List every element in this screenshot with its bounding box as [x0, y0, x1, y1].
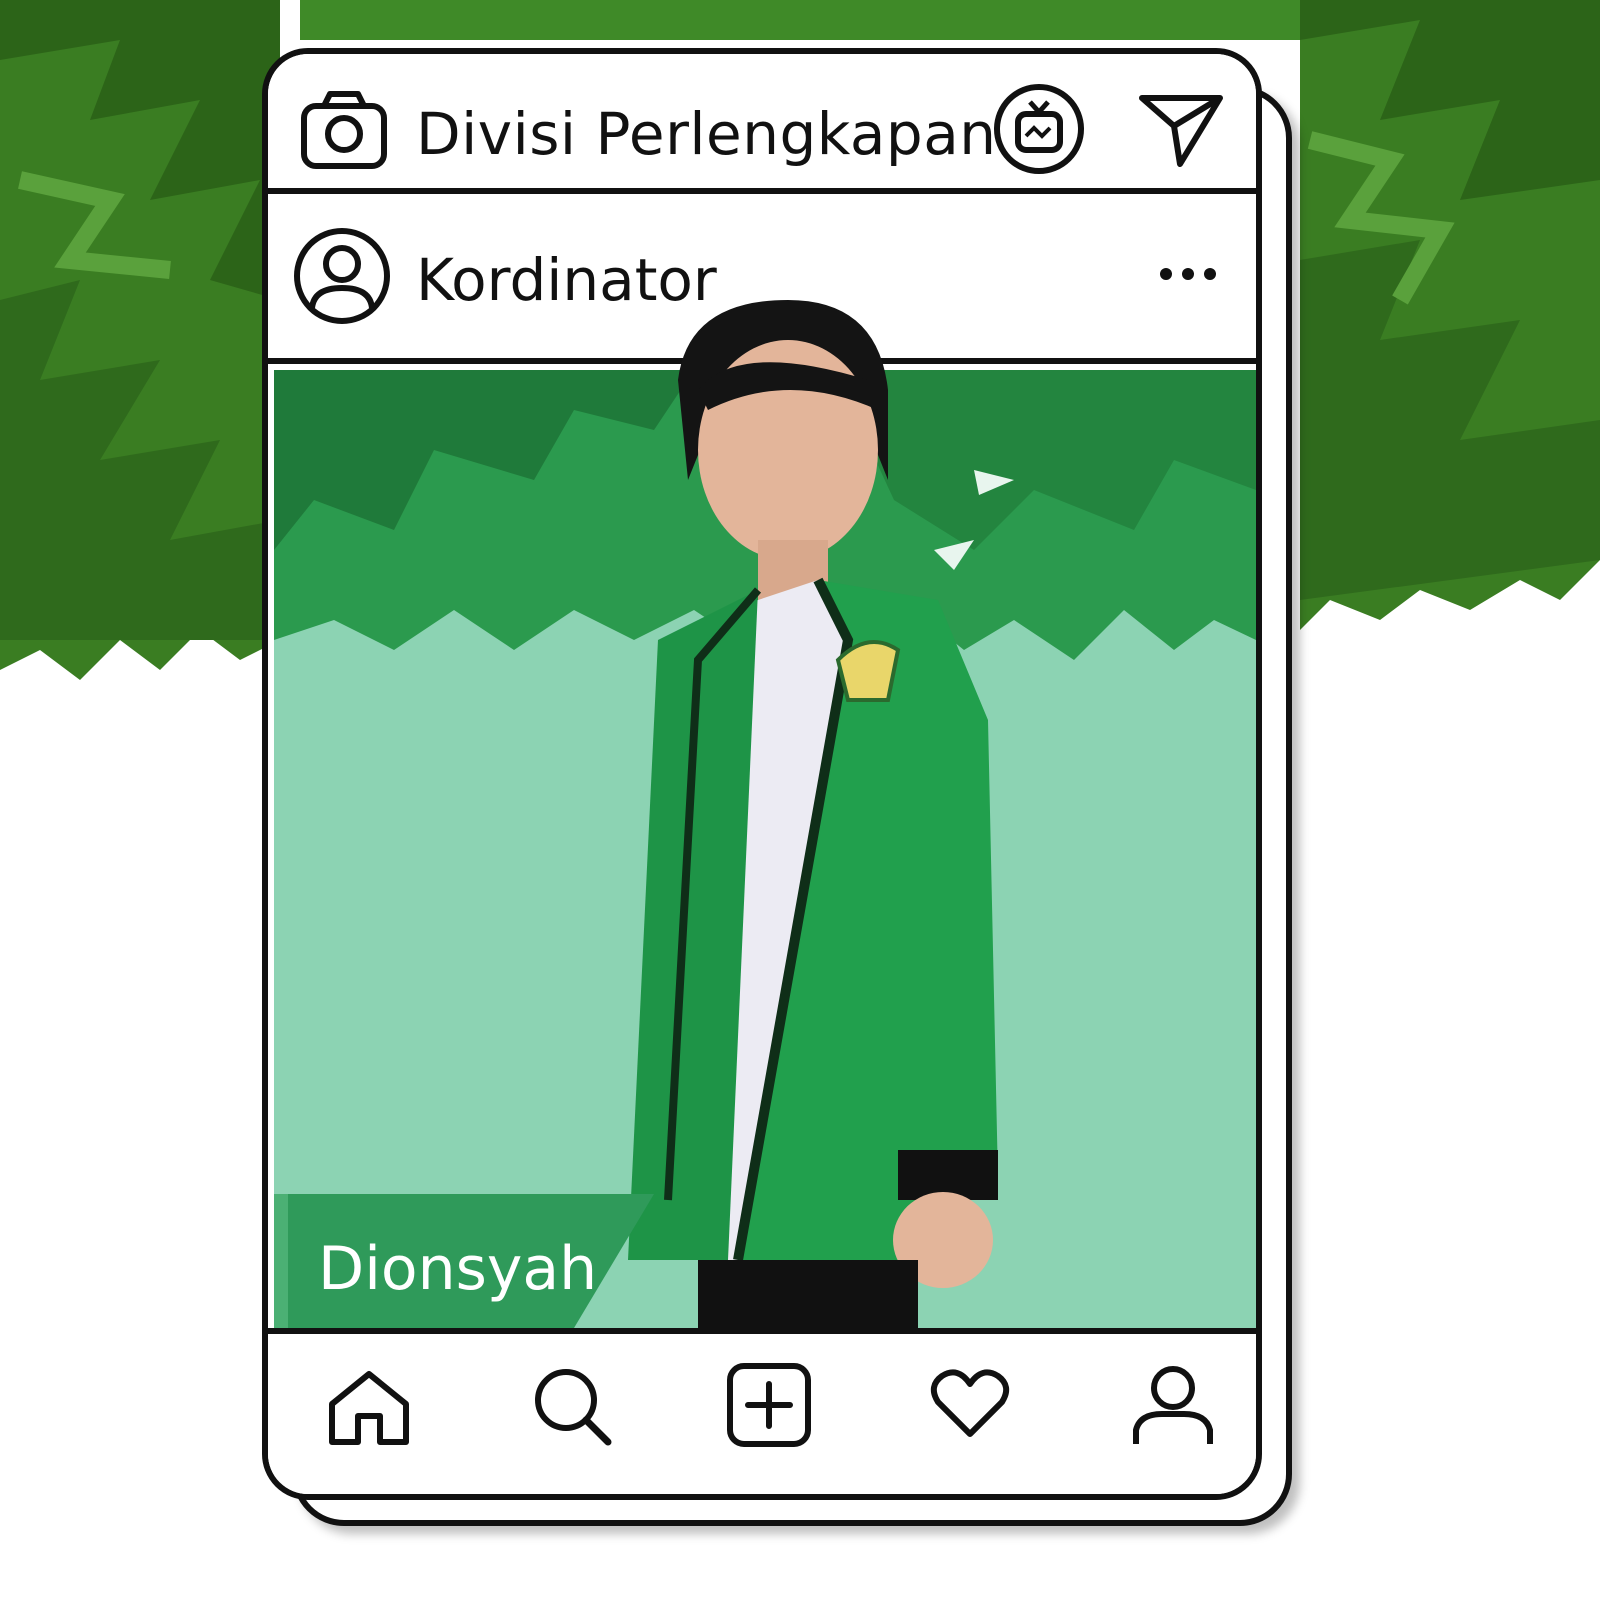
person-name: Dionsyah — [318, 1234, 598, 1304]
home-icon[interactable] — [326, 1368, 412, 1448]
heart-icon[interactable] — [930, 1368, 1010, 1440]
add-post-icon[interactable] — [726, 1362, 812, 1448]
app-header: Divisi Perlengkapan — [268, 54, 1256, 194]
profile-icon[interactable] — [1132, 1364, 1214, 1448]
app-title: Divisi Perlengkapan — [416, 100, 997, 168]
igtv-icon[interactable] — [992, 82, 1086, 176]
instagram-post-card: Divisi Perlengkapan Kordinator Dionsyah — [262, 48, 1262, 1500]
user-avatar-icon[interactable] — [292, 226, 392, 326]
person-photo — [628, 300, 998, 1328]
bottom-navigation — [268, 1328, 1256, 1494]
more-options-icon[interactable] — [1158, 264, 1218, 284]
camera-icon[interactable] — [300, 90, 388, 170]
poster-canvas: Divisi Perlengkapan Kordinator Dionsyah — [0, 0, 1600, 1600]
send-icon[interactable] — [1136, 90, 1226, 170]
search-icon[interactable] — [530, 1364, 614, 1448]
